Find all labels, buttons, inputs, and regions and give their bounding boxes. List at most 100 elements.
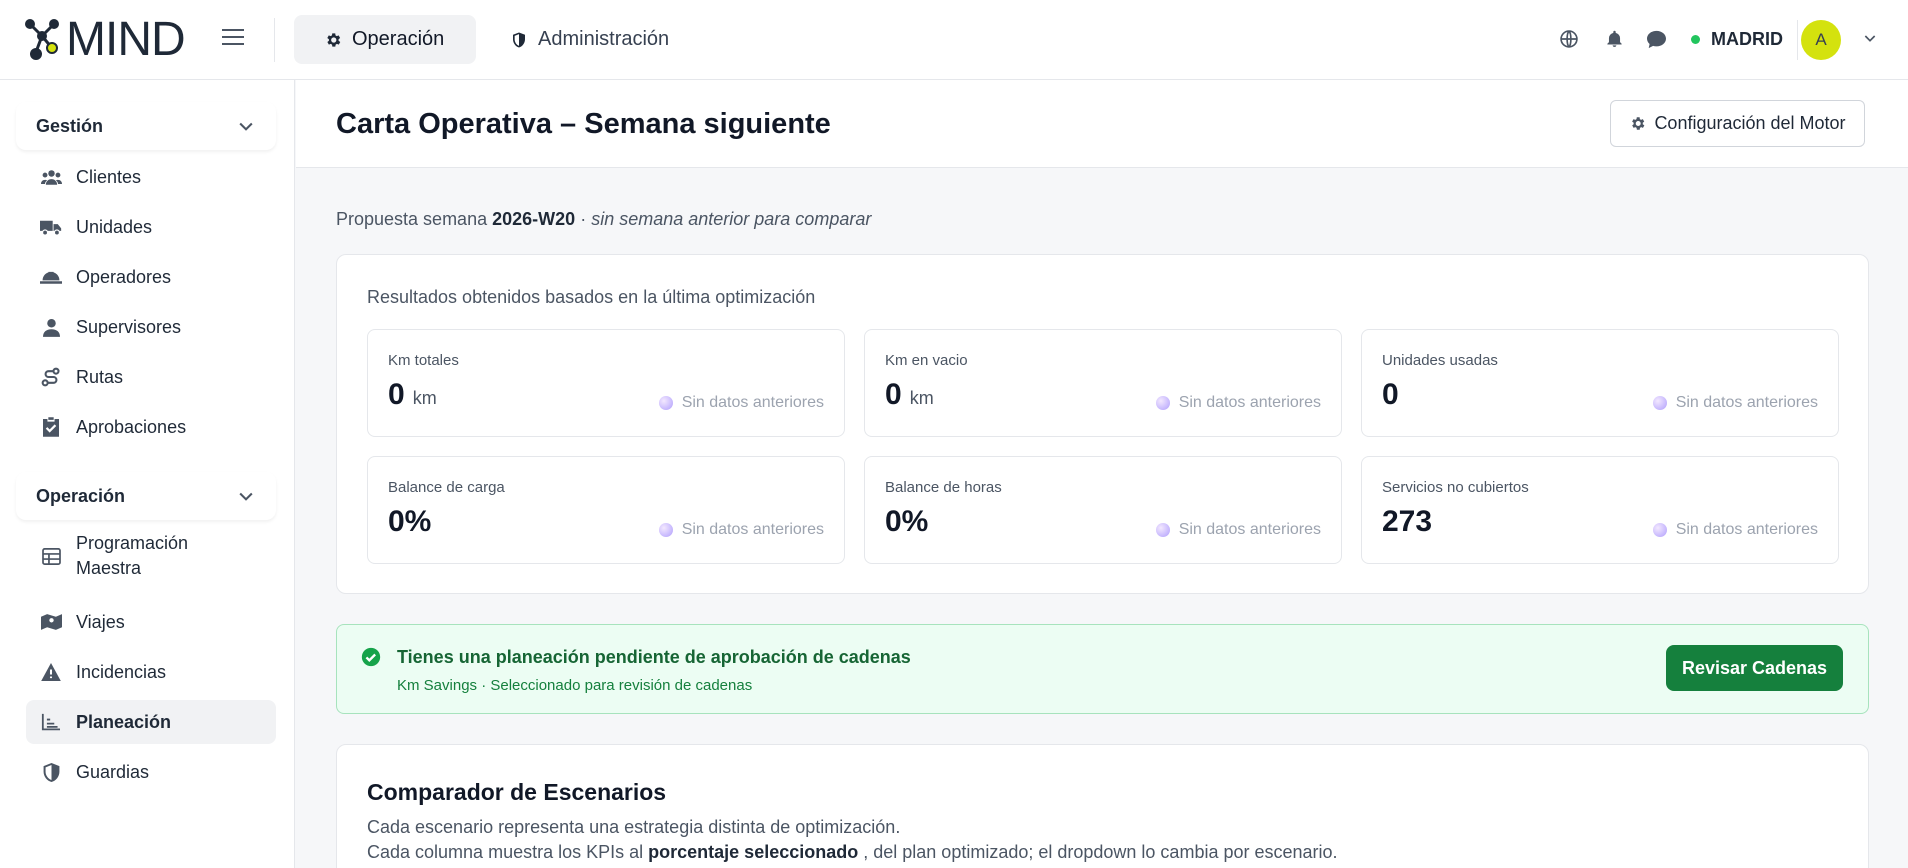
hamburger-line	[222, 43, 244, 45]
kpi-card-balance-carga: Balance de carga 0% Sin datos anteriores	[367, 456, 845, 564]
tab-administracion[interactable]: Administración	[480, 15, 699, 64]
sidebar-section-gestion[interactable]: Gestión	[16, 102, 276, 150]
main-content: Carta Operativa – Semana siguiente Confi…	[296, 80, 1908, 868]
avatar[interactable]: A	[1801, 20, 1841, 60]
description-text: , del plan optimizado; el dropdown lo ca…	[863, 842, 1338, 862]
sidebar-item-rutas[interactable]: Rutas	[26, 355, 276, 399]
kpi-value: 0 km	[885, 378, 934, 412]
sidebar-item-operadores[interactable]: Operadores	[26, 255, 276, 299]
kpi-previous: Sin datos anteriores	[658, 394, 824, 412]
kpi-label: Km totales	[388, 352, 459, 369]
chevron-down-icon[interactable]	[1862, 30, 1878, 51]
proposal-note: sin semana anterior para comparar	[591, 209, 872, 229]
sidebar-item-viajes[interactable]: Viajes	[26, 600, 276, 644]
app-logo[interactable]: MIND	[24, 13, 186, 66]
scenario-comparator-card: Comparador de Escenarios Cada escenario …	[336, 744, 1869, 868]
sidebar-item-programacion-maestra[interactable]: Programación Maestra	[26, 524, 276, 588]
chevron-down-icon	[239, 122, 253, 131]
users-icon	[40, 166, 62, 188]
menu-toggle-button[interactable]	[222, 29, 244, 47]
sidebar-item-planeacion[interactable]: Planeación	[26, 700, 276, 744]
sidebar-item-label: Unidades	[76, 216, 153, 237]
kpi-unit: km	[412, 388, 437, 408]
kpi-value: 0%	[885, 505, 928, 539]
kpi-value: 0%	[388, 505, 431, 539]
sidebar-section-operacion[interactable]: Operación	[16, 472, 276, 520]
sphere-icon	[1155, 396, 1170, 410]
kpi-unit: km	[909, 388, 934, 408]
sidebar: Gestión Clientes Unidades Operadores Sup…	[0, 80, 295, 868]
route-icon	[40, 366, 62, 388]
kpi-number: 0%	[388, 505, 432, 538]
page-title: Carta Operativa – Semana siguiente	[336, 108, 831, 140]
sidebar-item-label: Programación Maestra	[76, 533, 189, 578]
kpi-number: 0	[388, 378, 405, 411]
shield-icon	[510, 31, 528, 49]
kpi-card-km-vacio: Km en vacio 0 km Sin datos anteriores	[864, 329, 1342, 437]
sidebar-item-supervisores[interactable]: Supervisores	[26, 305, 276, 349]
sidebar-item-clientes[interactable]: Clientes	[26, 155, 276, 199]
kpi-previous: Sin datos anteriores	[658, 521, 824, 539]
proposal-separator: ·	[580, 209, 587, 229]
sphere-icon	[1155, 523, 1170, 537]
chevron-down-icon	[239, 492, 253, 501]
review-chains-button[interactable]: Revisar Cadenas	[1666, 645, 1843, 691]
engine-config-button[interactable]: Configuración del Motor	[1610, 100, 1865, 147]
alert-subtitle: Km Savings · Seleccionado para revisión …	[397, 677, 753, 694]
sidebar-item-label: Aprobaciones	[76, 416, 187, 437]
sphere-icon	[1652, 523, 1667, 537]
sidebar-item-label: Viajes	[76, 611, 125, 632]
scenario-description: Cada escenario representa una estrategia…	[367, 817, 901, 837]
section-title: Operación	[36, 485, 126, 506]
kpi-previous-text: Sin datos anteriores	[681, 521, 824, 538]
chart-line-icon	[40, 711, 62, 733]
sidebar-item-label: Guardias	[76, 761, 150, 782]
sidebar-item-label: Clientes	[76, 166, 142, 187]
tab-operacion[interactable]: Operación	[294, 15, 476, 64]
shield-half-icon	[40, 761, 62, 783]
kpi-previous-text: Sin datos anteriores	[1675, 521, 1818, 538]
kpi-previous-text: Sin datos anteriores	[1178, 394, 1321, 411]
sphere-icon	[1652, 396, 1667, 410]
kpi-previous: Sin datos anteriores	[1155, 394, 1321, 412]
kpi-number: 0	[885, 378, 902, 411]
kpi-card-km-totales: Km totales 0 km Sin datos anteriores	[367, 329, 845, 437]
sidebar-item-label: Supervisores	[76, 316, 182, 337]
description-bold: porcentaje seleccionado	[648, 842, 859, 862]
logo-text: MIND	[66, 13, 186, 66]
tab-label: Administración	[538, 28, 670, 50]
kpi-previous: Sin datos anteriores	[1155, 521, 1321, 539]
kpi-label: Servicios no cubiertos	[1382, 479, 1529, 496]
kpi-card-servicios-no-cubiertos: Servicios no cubiertos 273 Sin datos ant…	[1361, 456, 1839, 564]
sidebar-item-label: Rutas	[76, 366, 124, 387]
proposal-week: 2026-W20	[492, 209, 576, 229]
section-title: Comparador de Escenarios	[367, 779, 667, 805]
molecule-logo-icon	[25, 19, 59, 60]
tab-label: Operación	[352, 28, 445, 50]
kpi-previous-text: Sin datos anteriores	[1178, 521, 1321, 538]
kpi-value: 0 km	[388, 378, 437, 412]
kpi-previous-text: Sin datos anteriores	[1675, 394, 1818, 411]
truck-icon	[40, 216, 62, 238]
bell-icon[interactable]	[1603, 28, 1625, 50]
online-status-dot	[1691, 35, 1700, 44]
top-bar: MIND Operación Administración MADRID A	[0, 0, 1908, 80]
region-selector[interactable]: MADRID	[1711, 29, 1783, 50]
sidebar-item-incidencias[interactable]: Incidencias	[26, 650, 276, 694]
map-icon	[40, 611, 62, 633]
kpi-number: 0	[1382, 378, 1399, 411]
kpi-label: Balance de carga	[388, 479, 505, 496]
sphere-icon	[658, 396, 673, 410]
kpi-previous-text: Sin datos anteriores	[681, 394, 824, 411]
description-text: Cada columna muestra los KPIs al	[367, 842, 644, 862]
chat-icon[interactable]	[1645, 28, 1667, 50]
hamburger-line	[222, 36, 244, 38]
kpi-number: 273	[1382, 505, 1433, 538]
sidebar-item-aprobaciones[interactable]: Aprobaciones	[26, 405, 276, 449]
topbar-divider	[1797, 20, 1798, 60]
sidebar-item-guardias[interactable]: Guardias	[26, 750, 276, 794]
sidebar-item-unidades[interactable]: Unidades	[26, 205, 276, 249]
user-tie-icon	[40, 316, 62, 338]
hardhat-icon	[40, 266, 62, 288]
globe-icon[interactable]	[1558, 28, 1580, 50]
